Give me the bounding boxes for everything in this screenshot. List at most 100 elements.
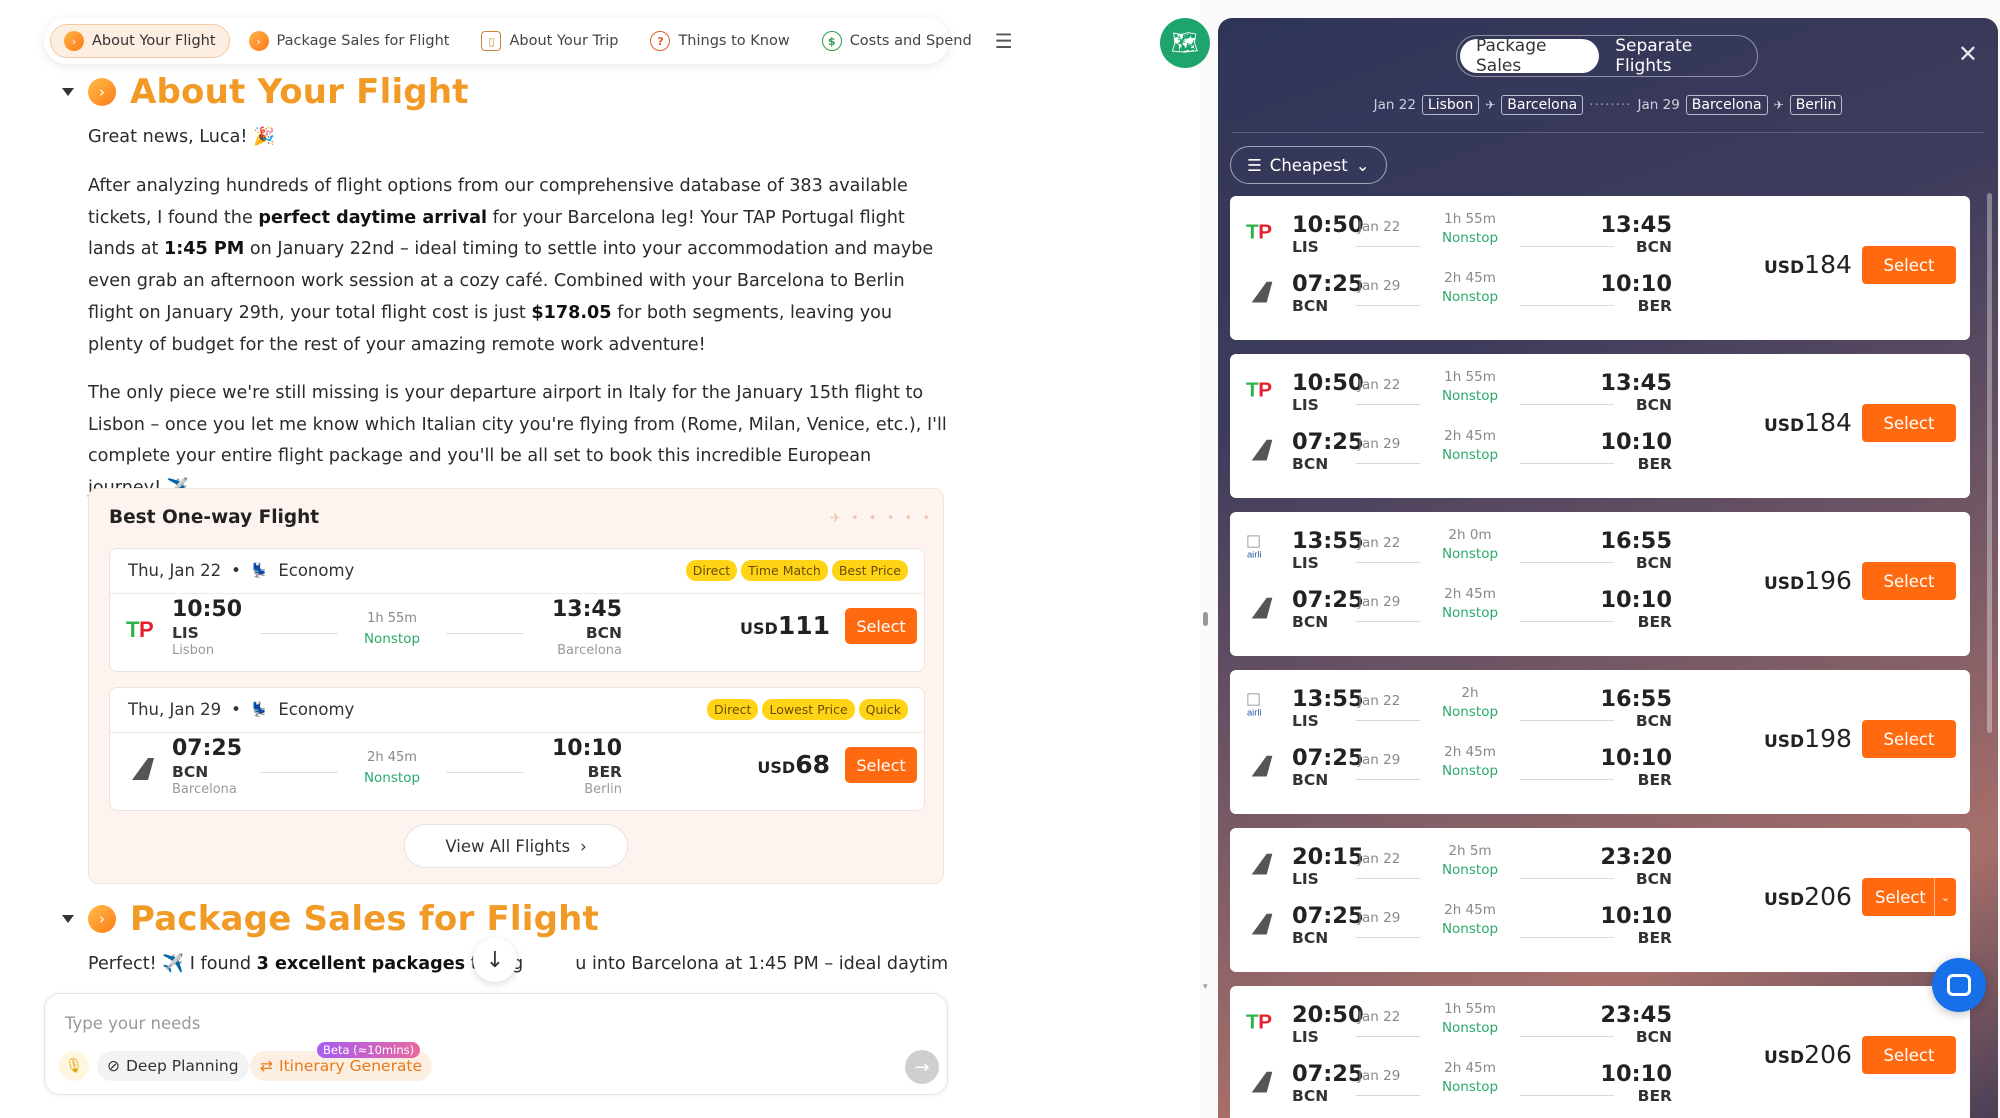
- list-menu-icon[interactable]: ☰: [995, 29, 1013, 53]
- arrival-code: BER: [1637, 613, 1672, 631]
- svg-text:T: T: [1246, 1011, 1259, 1034]
- arrival-time: 10:10: [1600, 271, 1672, 297]
- duration: 1h 55m: [1444, 369, 1496, 385]
- select-button[interactable]: Select: [1862, 246, 1956, 284]
- chevron-down-icon[interactable]: ⌄: [1934, 878, 1956, 916]
- select-button[interactable]: Select: [1862, 720, 1956, 758]
- divider: [110, 732, 924, 733]
- deep-planning-toggle[interactable]: ⊘ Deep Planning: [97, 1051, 249, 1081]
- chat-support-button[interactable]: [1932, 958, 1986, 1012]
- vueling-tail-logo-icon: [1246, 850, 1278, 878]
- select-button[interactable]: Select: [1862, 404, 1956, 442]
- collapse-triangle-icon[interactable]: [62, 88, 74, 96]
- select-button[interactable]: Select ⌄: [1862, 878, 1956, 916]
- select-button[interactable]: Select: [1862, 1036, 1956, 1074]
- button-label: Select: [1883, 255, 1935, 275]
- collapse-triangle-icon[interactable]: [62, 915, 74, 923]
- stops: Nonstop: [1441, 1079, 1499, 1095]
- departure-time: 20:50: [1292, 1002, 1364, 1028]
- vueling-tail-logo-icon: [1246, 594, 1278, 622]
- vueling-tail-logo-icon: [1246, 910, 1278, 938]
- scrollbar[interactable]: [1987, 193, 1992, 733]
- tab-about-your-trip[interactable]: ▯ About Your Trip: [468, 24, 631, 58]
- route-city: Berlin: [1789, 95, 1843, 115]
- close-icon[interactable]: ✕: [1958, 40, 1978, 68]
- arrival-time: 10:10: [1600, 1061, 1672, 1087]
- currency: USD: [1764, 416, 1805, 436]
- flight-package-card[interactable]: airli 13:55 Jan 22 LIS 2h Nonstop 16:55 …: [1230, 670, 1970, 814]
- cabin-class: Economy: [278, 561, 355, 580]
- select-button[interactable]: Select: [845, 608, 917, 644]
- tap-airline-logo-icon: TP: [1246, 218, 1278, 246]
- text-run: u into Barcelona at 1:45 PM – ideal dayt…: [575, 954, 948, 974]
- departure-city: Barcelona: [172, 782, 237, 797]
- pane-resize-handle[interactable]: [1203, 612, 1208, 626]
- chip-label: Itinerary Generate: [279, 1057, 423, 1075]
- bold-text: 1:45 PM: [164, 239, 245, 260]
- route-line: [260, 633, 338, 634]
- scroll-down-button[interactable]: ↓: [473, 938, 517, 982]
- microphone-icon[interactable]: 🎙: [59, 1051, 89, 1081]
- flight-package-card[interactable]: TP 20:50 Jan 22 LIS 1h 55m Nonstop 23:45…: [1230, 986, 1970, 1118]
- stops: Nonstop: [1441, 605, 1499, 621]
- section-header-about-flight[interactable]: › About Your Flight: [62, 72, 469, 112]
- route-line: [446, 633, 524, 634]
- tab-things-to-know[interactable]: ? Things to Know: [637, 24, 802, 58]
- greeting-text: Great news, Luca! 🎉: [88, 127, 275, 147]
- duration: 2h 45m: [1444, 270, 1496, 286]
- departure-time: 07:25: [172, 736, 243, 761]
- svg-text:T: T: [126, 617, 140, 642]
- duration: 2h 45m: [367, 750, 417, 765]
- route-date: Jan 22: [1373, 97, 1416, 113]
- send-button[interactable]: →: [905, 1050, 939, 1084]
- flight-package-card[interactable]: TP 10:50 Jan 22 LIS 1h 55m Nonstop 13:45…: [1230, 354, 1970, 498]
- chat-input[interactable]: Type your needs: [65, 1014, 200, 1033]
- chevron-right-icon: ›: [580, 836, 587, 856]
- price-value: 198: [1804, 724, 1852, 753]
- bold-text: $178.05: [531, 302, 612, 323]
- currency: USD: [740, 619, 778, 638]
- bullet: •: [231, 561, 241, 580]
- flight-package-card[interactable]: TP 10:50 Jan 22 LIS 1h 55m Nonstop 13:45…: [1230, 196, 1970, 340]
- tab-package-sales[interactable]: › Package Sales for Flight: [236, 24, 463, 58]
- tab-costs-and-spend[interactable]: $ Costs and Spend: [809, 24, 985, 58]
- sort-dropdown[interactable]: ☰ Cheapest ⌄: [1230, 146, 1387, 184]
- toggle-package-sales[interactable]: Package Sales: [1460, 36, 1600, 76]
- map-toggle-button[interactable]: 🗺: [1160, 18, 1210, 68]
- beta-badge: Beta (≈10mins): [317, 1042, 421, 1058]
- toggle-separate-flights[interactable]: Separate Flights: [1599, 36, 1754, 76]
- departure-date: Jan 29: [1358, 910, 1401, 926]
- chat-input-box[interactable]: Type your needs 🎙 ⊘ Deep Planning ⇄ Itin…: [44, 993, 948, 1095]
- departure-code: BCN: [1292, 455, 1329, 473]
- tag: Direct: [707, 699, 759, 720]
- section-header-package-sales[interactable]: › Package Sales for Flight: [62, 899, 599, 939]
- sort-label: Cheapest: [1269, 155, 1348, 175]
- arrival-city: Berlin: [584, 782, 622, 797]
- button-label: Select: [1883, 571, 1935, 591]
- vueling-tail-logo-icon: [1246, 1068, 1278, 1096]
- stops: Nonstop: [1441, 763, 1499, 779]
- select-button[interactable]: Select: [845, 747, 917, 783]
- vueling-tail-logo-icon: [132, 758, 154, 780]
- map-icon: 🗺: [1171, 30, 1199, 56]
- departure-time: 07:25: [1292, 429, 1364, 455]
- tap-airline-logo-icon: TP: [1246, 376, 1278, 404]
- route-line: [1356, 779, 1420, 780]
- leg-date: Thu, Jan 29: [128, 700, 222, 719]
- tab-about-your-flight[interactable]: › About Your Flight: [50, 24, 230, 58]
- view-all-flights-button[interactable]: View All Flights ›: [404, 824, 628, 868]
- route-line: [1520, 1036, 1614, 1037]
- arrival-code: BCN: [1635, 238, 1672, 256]
- route-city: Barcelona: [1685, 95, 1768, 115]
- flight-package-card[interactable]: airli 13:55 Jan 22 LIS 2h 0m Nonstop 16:…: [1230, 512, 1970, 656]
- flight-package-card[interactable]: 20:15 Jan 22 LIS 2h 5m Nonstop 23:20 BCN…: [1230, 828, 1970, 972]
- orange-chevron-icon: ›: [88, 78, 116, 106]
- select-button[interactable]: Select: [1862, 562, 1956, 600]
- orange-chevron-icon: ›: [248, 31, 269, 51]
- departure-date: Jan 29: [1358, 1068, 1401, 1084]
- text-run: Perfect! ✈️ I found: [88, 954, 257, 974]
- divider: [110, 593, 924, 594]
- arrival-time: 23:45: [1600, 1002, 1672, 1028]
- departure-code: BCN: [1292, 297, 1329, 315]
- route-line: [1356, 878, 1420, 879]
